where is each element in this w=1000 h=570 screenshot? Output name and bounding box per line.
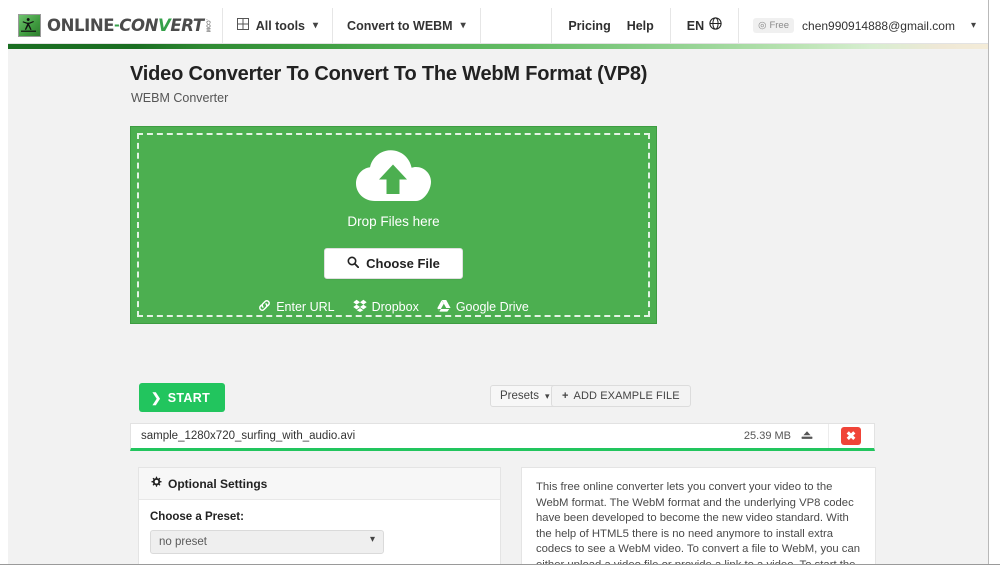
- plan-badge-label: Free: [769, 20, 790, 31]
- window-frame-top: [0, 0, 1000, 8]
- logo-mark-icon: [18, 14, 41, 37]
- window-frame-right: [988, 0, 1000, 570]
- description-paragraph-1: This free online converter lets you conv…: [536, 481, 861, 564]
- nav-help[interactable]: Help: [627, 19, 654, 33]
- dropbox-icon: [352, 299, 367, 315]
- chevron-down-icon: ▾: [369, 534, 375, 545]
- plus-icon: +: [562, 390, 569, 402]
- source-enter-url-label: Enter URL: [276, 300, 335, 314]
- remove-file-button[interactable]: ✖: [841, 427, 861, 445]
- site-header: ONLINE - CONVERT .COM All tools ▾ Convert …: [8, 8, 988, 44]
- nav-all-tools[interactable]: All tools ▾: [223, 8, 334, 43]
- file-dropzone[interactable]: Drop Files here Choose File Enter URL Dr…: [130, 126, 657, 324]
- file-download-icon[interactable]: [800, 430, 814, 443]
- file-row-divider: [828, 424, 829, 448]
- format-description: This free online converter lets you conv…: [521, 467, 876, 564]
- source-google-drive-label: Google Drive: [455, 300, 529, 314]
- uploaded-file-row: sample_1280x720_surfing_with_audio.avi 2…: [130, 423, 875, 451]
- add-example-file-button[interactable]: + ADD EXAMPLE FILE: [551, 385, 691, 407]
- external-sources: Enter URL Dropbox Google Drive: [258, 299, 529, 315]
- app-window: ONLINE - CONVERT .COM All tools ▾ Convert …: [0, 0, 1000, 570]
- presets-button[interactable]: Presets ▾: [490, 385, 560, 407]
- preset-select[interactable]: no preset ▾: [150, 530, 384, 554]
- optional-settings-header: Optional Settings: [139, 468, 500, 500]
- source-enter-url[interactable]: Enter URL: [258, 299, 335, 315]
- grid-icon: [236, 18, 249, 33]
- choose-file-label: Choose File: [366, 256, 440, 271]
- page-subtitle: WEBM Converter: [131, 91, 229, 105]
- source-dropbox-label: Dropbox: [371, 300, 419, 314]
- preset-label: Choose a Preset:: [150, 511, 244, 523]
- google-drive-icon: [437, 299, 451, 315]
- header-spacer: [481, 8, 553, 43]
- window-frame-bottom: [0, 564, 1000, 570]
- logo-text-convert: CONVERT: [119, 16, 204, 35]
- link-icon: [258, 299, 271, 315]
- chevron-down-icon: ▾: [970, 20, 976, 31]
- choose-file-button[interactable]: Choose File: [324, 248, 463, 279]
- logo-text-online: ONLINE: [47, 16, 115, 35]
- file-size: 25.39 MB: [743, 430, 791, 442]
- source-google-drive[interactable]: Google Drive: [437, 299, 529, 315]
- logo-text-domain: .COM: [204, 18, 211, 33]
- chevron-down-icon: ▾: [545, 390, 550, 401]
- globe-icon: [709, 16, 722, 35]
- account-menu[interactable]: ◎ Free chen990914888@gmail.com ▾: [739, 8, 988, 43]
- at-icon: ◎: [758, 20, 767, 31]
- start-button-label: START: [167, 390, 211, 405]
- cloud-upload-icon: [355, 147, 433, 210]
- main-content: Video Converter To Convert To The WebM F…: [8, 49, 988, 564]
- search-icon: [347, 256, 360, 271]
- header-links: Pricing Help: [552, 8, 671, 43]
- window-frame-left: [0, 0, 8, 570]
- optional-settings-panel: Optional Settings Choose a Preset: no pr…: [138, 467, 501, 564]
- source-dropbox[interactable]: Dropbox: [352, 299, 419, 315]
- gear-icon: [150, 476, 162, 491]
- chevron-down-icon: ▾: [460, 20, 466, 31]
- preset-select-value: no preset: [159, 536, 207, 548]
- nav-convert-to-label: Convert to WEBM: [347, 18, 453, 33]
- optional-settings-title: Optional Settings: [168, 476, 268, 491]
- nav-pricing[interactable]: Pricing: [568, 19, 610, 33]
- site-logo[interactable]: ONLINE - CONVERT .COM: [8, 8, 223, 43]
- optional-settings-body: Choose a Preset: no preset ▾: [139, 500, 500, 564]
- plan-badge: ◎ Free: [753, 18, 795, 33]
- chevron-down-icon: ▾: [313, 20, 319, 31]
- nav-convert-to[interactable]: Convert to WEBM ▾: [333, 8, 481, 43]
- settings-column: Optional Settings Choose a Preset: no pr…: [138, 467, 501, 564]
- dropzone-label: Drop Files here: [347, 214, 440, 229]
- chevron-right-icon: ❯: [151, 391, 162, 405]
- presets-button-label: Presets: [500, 390, 539, 402]
- account-email: chen990914888@gmail.com: [802, 18, 955, 33]
- page-title: Video Converter To Convert To The WebM F…: [130, 63, 648, 85]
- add-example-file-label: ADD EXAMPLE FILE: [573, 390, 680, 402]
- file-name: sample_1280x720_surfing_with_audio.avi: [141, 430, 356, 442]
- nav-all-tools-label: All tools: [255, 18, 306, 33]
- start-button[interactable]: ❯ START: [139, 383, 226, 412]
- language-selector[interactable]: EN: [671, 8, 740, 43]
- language-label: EN: [686, 18, 705, 33]
